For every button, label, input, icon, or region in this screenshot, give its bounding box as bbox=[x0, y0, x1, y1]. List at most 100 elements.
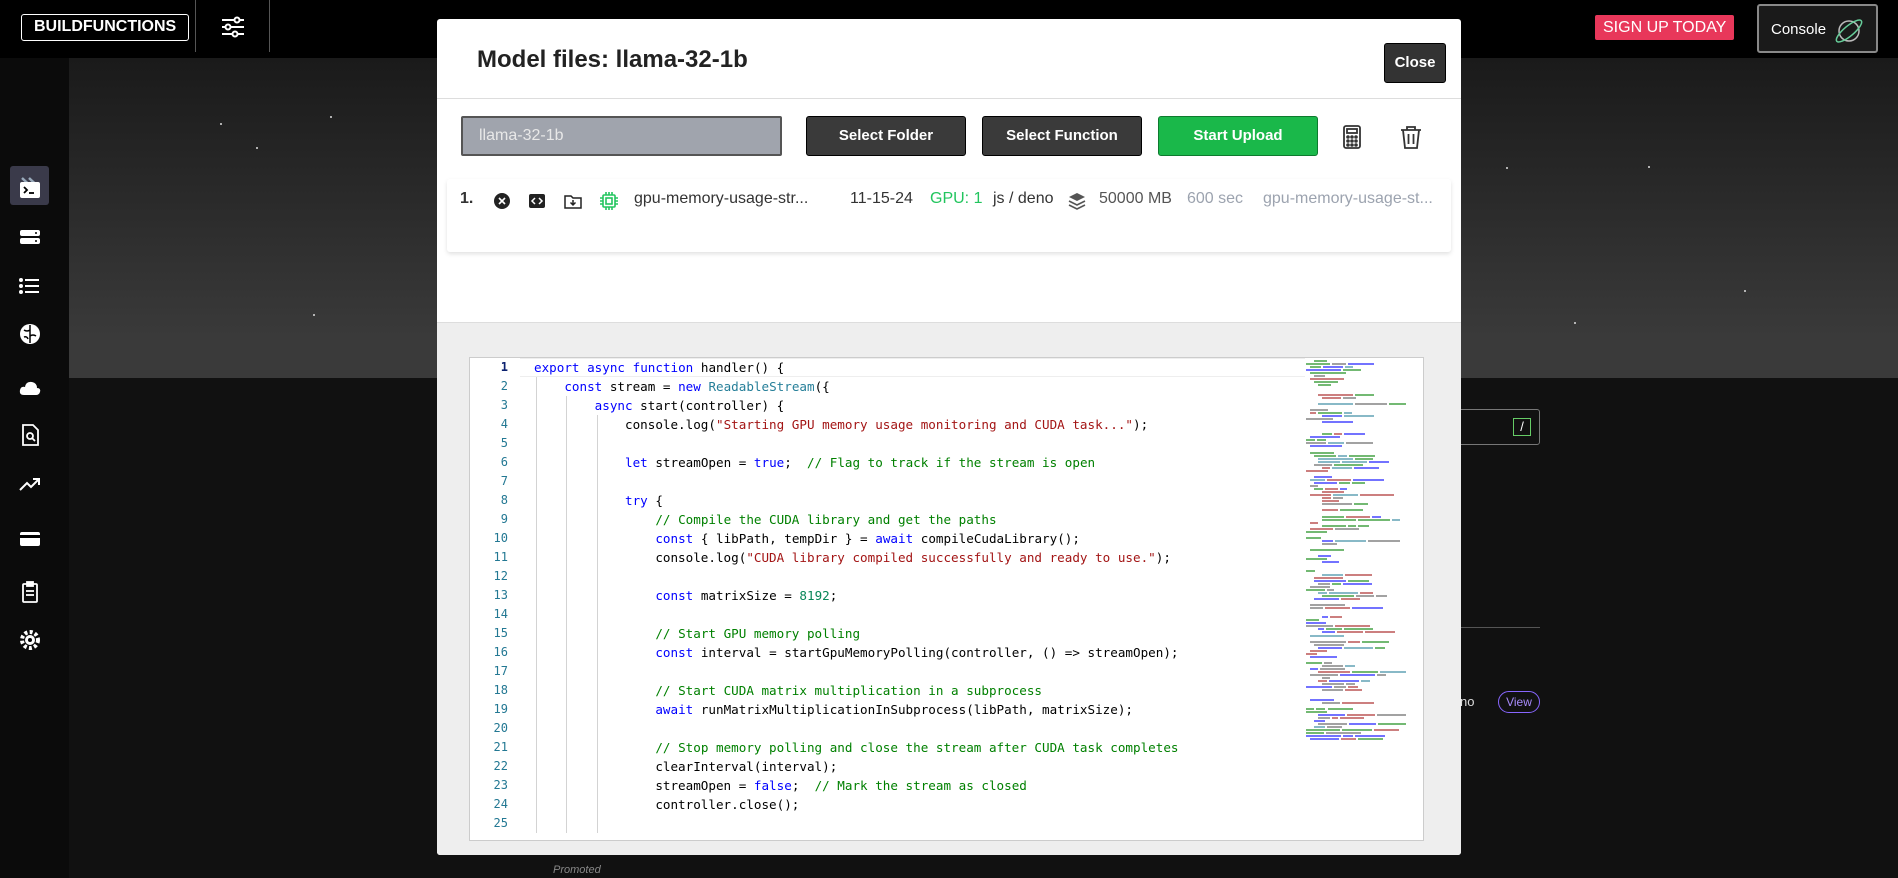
line-number: 14 bbox=[493, 607, 508, 621]
minimap-line bbox=[1310, 485, 1318, 488]
minimap-line bbox=[1318, 582, 1331, 585]
line-number: 11 bbox=[493, 550, 508, 564]
timeout-label: 600 sec bbox=[1187, 190, 1244, 207]
divider bbox=[269, 0, 270, 52]
minimap-line bbox=[1353, 503, 1368, 506]
minimap-line bbox=[1330, 616, 1342, 619]
minimap-line bbox=[1339, 488, 1347, 491]
minimap-line bbox=[1323, 661, 1333, 664]
minimap-line bbox=[1306, 707, 1315, 710]
list-icon[interactable] bbox=[18, 274, 42, 298]
console-button[interactable]: Console bbox=[1757, 4, 1878, 53]
minimap-line bbox=[1322, 594, 1355, 597]
minimap-line bbox=[1306, 558, 1327, 561]
memory-size: 50000 MB bbox=[1099, 190, 1172, 207]
line-number-gutter: 1 2 3 4 5 6 7 8 9 10 11 12 13 14 15 16 17 18 19 20 21 22 23 24 2… bbox=[470, 358, 520, 840]
minimap-line bbox=[1335, 625, 1370, 628]
code-line: const stream = new ReadableStream({ bbox=[564, 379, 830, 394]
minimap-line bbox=[1310, 408, 1328, 411]
brand-logo[interactable]: BUILDFUNCTIONS bbox=[21, 14, 190, 41]
minimap-line bbox=[1310, 604, 1346, 606]
upload-toolbar: llama-32-1b Select Folder Select Functio… bbox=[437, 99, 1461, 159]
folder-download-icon[interactable] bbox=[563, 191, 583, 211]
minimap-line bbox=[1306, 622, 1327, 625]
trash-icon[interactable] bbox=[1397, 123, 1425, 151]
calculator-icon[interactable] bbox=[1338, 123, 1366, 151]
minimap-line bbox=[1331, 466, 1352, 469]
minimap-line bbox=[1322, 689, 1344, 692]
close-button[interactable]: Close bbox=[1384, 43, 1446, 83]
function-name[interactable]: gpu-memory-usage-st... bbox=[1263, 190, 1433, 208]
minimap-line bbox=[1316, 439, 1326, 442]
minimap-line bbox=[1306, 686, 1333, 689]
minimap-line bbox=[1322, 396, 1342, 399]
minimap-line bbox=[1358, 524, 1369, 527]
minimap-line bbox=[1343, 582, 1372, 585]
model-files-modal: Model files: llama-32-1b Close llama-32-… bbox=[437, 19, 1461, 855]
filter-sliders-icon[interactable] bbox=[218, 12, 248, 42]
minimap-line bbox=[1361, 640, 1389, 643]
minimap-line bbox=[1314, 475, 1332, 478]
server-icon[interactable] bbox=[18, 226, 42, 250]
minimap-line bbox=[1318, 646, 1342, 649]
credit-card-icon[interactable] bbox=[18, 527, 42, 551]
minimap-line bbox=[1306, 710, 1328, 713]
minimap-line bbox=[1322, 543, 1338, 545]
minimap-line bbox=[1347, 640, 1360, 643]
minimap-line bbox=[1365, 631, 1395, 634]
code-minimap[interactable] bbox=[1306, 358, 1411, 840]
trending-icon[interactable] bbox=[18, 473, 42, 497]
line-number: 7 bbox=[500, 474, 508, 488]
clipboard-icon[interactable] bbox=[18, 580, 42, 604]
model-name-input[interactable]: llama-32-1b bbox=[461, 116, 782, 156]
file-search-icon[interactable] bbox=[18, 423, 42, 447]
signup-button[interactable]: SIGN UP TODAY bbox=[1595, 15, 1735, 40]
gear-icon[interactable] bbox=[18, 628, 42, 652]
line-number: 19 bbox=[493, 702, 508, 716]
brain-icon[interactable] bbox=[18, 322, 42, 346]
minimap-line bbox=[1318, 671, 1351, 674]
code-editor[interactable]: 1 2 3 4 5 6 7 8 9 10 11 12 13 14 15 16 17 18 19 20 21 22 23 24 2… bbox=[469, 357, 1424, 841]
gpu-count: GPU: 1 bbox=[930, 190, 983, 207]
line-number: 20 bbox=[493, 721, 508, 735]
background-view-button[interactable]: View bbox=[1498, 691, 1540, 713]
file-name[interactable]: gpu-memory-usage-str... bbox=[634, 190, 808, 208]
minimap-line bbox=[1310, 634, 1344, 637]
code-line: const interval = startGpuMemoryPolling(c… bbox=[655, 645, 1179, 660]
indent-guide bbox=[566, 396, 568, 833]
select-folder-button[interactable]: Select Folder bbox=[806, 116, 966, 156]
minimap-line bbox=[1355, 457, 1374, 460]
minimap-line bbox=[1328, 680, 1359, 683]
select-function-button[interactable]: Select Function bbox=[982, 116, 1142, 156]
minimap-line bbox=[1314, 643, 1345, 646]
minimap-line bbox=[1314, 579, 1346, 582]
cloud-icon[interactable] bbox=[18, 376, 42, 400]
remove-icon[interactable] bbox=[492, 191, 512, 211]
start-upload-button[interactable]: Start Upload bbox=[1158, 116, 1318, 156]
background-slash-key: / bbox=[1513, 418, 1531, 436]
minimap-line bbox=[1318, 591, 1327, 594]
minimap-line bbox=[1319, 668, 1346, 671]
minimap-line bbox=[1318, 722, 1348, 725]
line-number: 16 bbox=[493, 645, 508, 659]
star bbox=[1506, 167, 1508, 169]
minimap-line bbox=[1342, 701, 1375, 704]
minimap-line bbox=[1326, 628, 1343, 631]
code-icon[interactable] bbox=[527, 191, 547, 211]
minimap-line bbox=[1375, 646, 1385, 649]
code-content[interactable]: export async function handler() { const … bbox=[534, 358, 1304, 840]
minimap-line bbox=[1333, 463, 1364, 466]
runtime-label: js / deno bbox=[993, 190, 1054, 207]
code-line: controller.close(); bbox=[534, 797, 800, 812]
modal-header: Model files: llama-32-1b Close bbox=[437, 19, 1461, 99]
minimap-line bbox=[1327, 478, 1352, 481]
minimap-line bbox=[1310, 411, 1317, 414]
minimap-line bbox=[1310, 640, 1346, 643]
minimap-line bbox=[1356, 594, 1374, 597]
code-line: // Compile the CUDA library and get the … bbox=[655, 512, 997, 527]
minimap-line bbox=[1353, 466, 1380, 469]
divider bbox=[195, 0, 196, 52]
minimap-line bbox=[1306, 735, 1342, 738]
minimap-line bbox=[1314, 463, 1332, 466]
terminal-icon[interactable] bbox=[18, 178, 42, 202]
